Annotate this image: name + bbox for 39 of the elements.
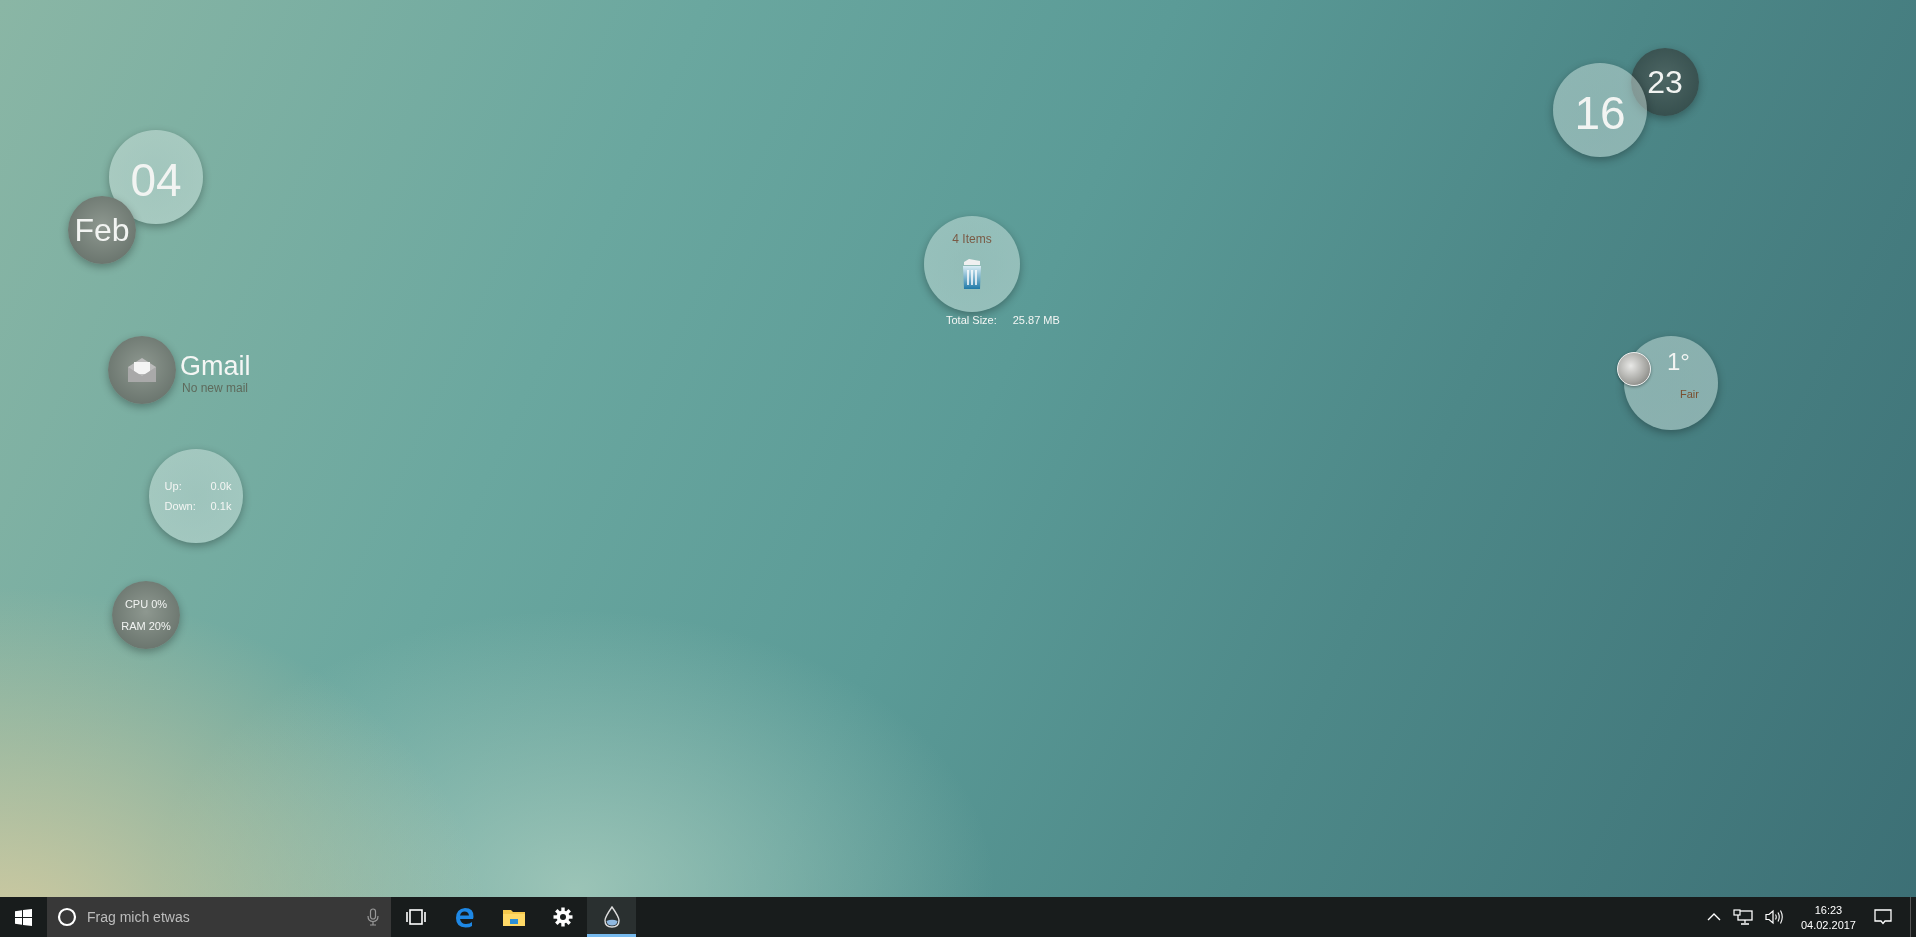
- moon-icon: [1617, 352, 1651, 386]
- network-label: Down:: [164, 500, 197, 512]
- windows-logo-icon: [15, 908, 32, 926]
- taskbar-clock[interactable]: 16:23 04.02.2017: [1800, 903, 1856, 931]
- search-field[interactable]: Frag mich etwas: [85, 908, 359, 926]
- weather-condition: Fair: [1680, 388, 1699, 400]
- network-icon[interactable]: [1732, 909, 1753, 925]
- clock-date: 04.02.2017: [1800, 918, 1856, 931]
- ram-usage: RAM 20%: [121, 620, 171, 632]
- hour-number: 16: [1574, 86, 1626, 140]
- size-label: Total Size:: [946, 314, 997, 326]
- speech-bubble-icon[interactable]: [1874, 909, 1892, 925]
- item-count: 4 Items: [952, 232, 992, 246]
- folder-icon: [501, 907, 526, 927]
- size-value: 25.87 MB: [1012, 314, 1060, 326]
- microphone-icon: [367, 908, 379, 926]
- day-number: 04: [130, 153, 182, 207]
- minute-number: 23: [1647, 63, 1683, 101]
- settings-icon: [552, 907, 573, 927]
- trash-can-icon: [961, 258, 983, 290]
- network-value: 0.0k: [210, 480, 232, 492]
- task-view-icon: [404, 908, 427, 926]
- taskbar-app[interactable]: [587, 897, 636, 937]
- letter-e-icon: [453, 906, 476, 928]
- search-box[interactable]: Frag mich etwas: [47, 897, 391, 937]
- month-label: Feb: [74, 211, 130, 249]
- water-drop-icon: [603, 906, 620, 928]
- clock-time: 16:23: [1814, 903, 1843, 916]
- network-label: Up:: [164, 480, 183, 492]
- network-value: 0.1k: [210, 500, 232, 512]
- envelope-icon: [126, 357, 158, 383]
- speaker-icon[interactable]: [1764, 909, 1783, 925]
- cpu-usage: CPU 0%: [124, 598, 168, 610]
- temperature: 1°: [1667, 348, 1690, 376]
- mail-status: No new mail: [182, 381, 250, 395]
- ring-icon: [57, 907, 77, 927]
- mail-bubble[interactable]: [108, 336, 176, 404]
- chevron-up-icon[interactable]: [1706, 912, 1721, 922]
- mail-title: Gmail: [180, 351, 251, 381]
